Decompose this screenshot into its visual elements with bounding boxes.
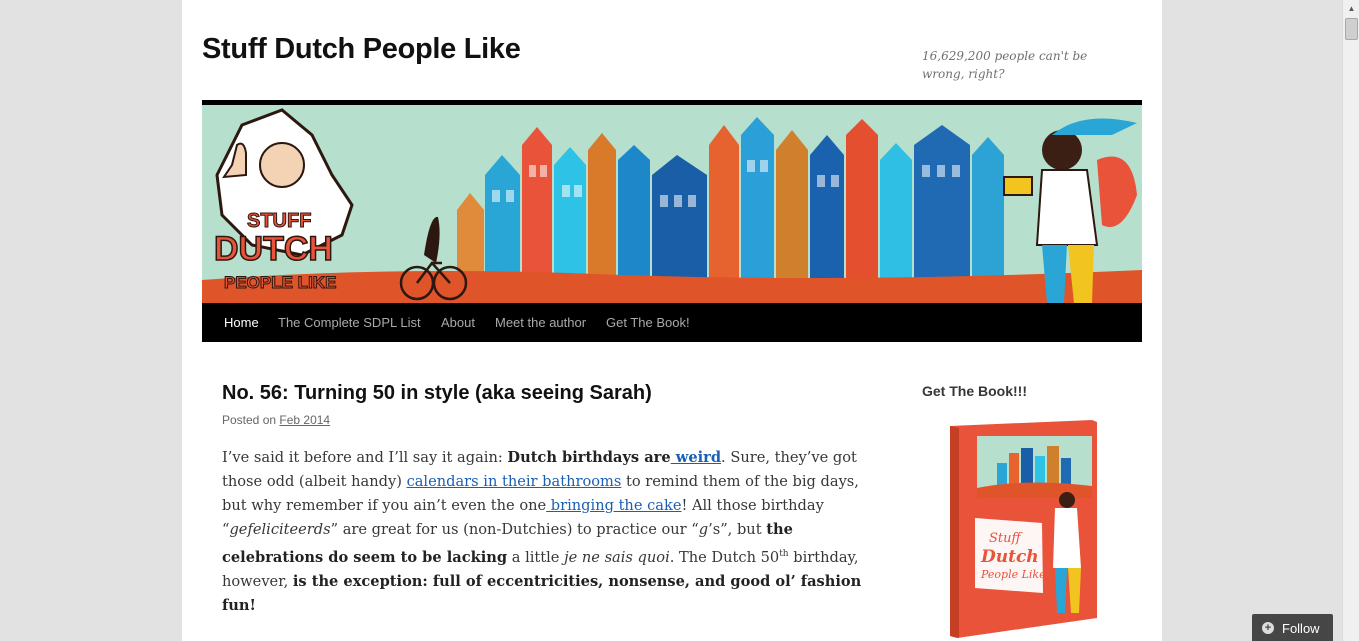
vertical-scrollbar[interactable]: ▲ [1342, 0, 1359, 641]
post-meta-prefix: Posted on [222, 413, 277, 427]
superscript: th [779, 549, 789, 559]
main-navigation: Home The Complete SDPL List About Meet t… [202, 303, 1142, 342]
text-run: ’s”, but [708, 521, 767, 538]
link-weird[interactable]: weird [671, 449, 721, 466]
nav-item-home[interactable]: Home [224, 303, 259, 342]
link-bringing-the-cake[interactable]: bringing the cake [546, 497, 682, 514]
page: Stuff Dutch People Like 16,629,200 peopl… [182, 0, 1162, 641]
plus-icon: + [1262, 622, 1274, 634]
svg-text:DUTCH: DUTCH [214, 230, 333, 268]
bold-text: is the exception: full of eccentricities… [222, 572, 862, 614]
italic-text: je ne sais quoi [564, 548, 670, 566]
post-date-link[interactable]: Feb 2014 [279, 413, 330, 427]
nav-item-complete-list[interactable]: The Complete SDPL List [278, 303, 421, 342]
nav-item-meet-the-author[interactable]: Meet the author [495, 303, 586, 342]
svg-text:Dutch: Dutch [980, 547, 1039, 567]
site-title[interactable]: Stuff Dutch People Like [202, 33, 521, 66]
canal-houses-illustration [457, 117, 1004, 280]
header-banner[interactable]: STUFF DUTCH PEOPLE LIKE [202, 100, 1142, 303]
nav-item-get-the-book[interactable]: Get The Book! [606, 303, 690, 342]
follow-label: Follow [1282, 621, 1320, 636]
svg-text:PEOPLE LIKE: PEOPLE LIKE [224, 273, 336, 292]
sidebar-widget-title: Get The Book!!! [922, 383, 1027, 399]
italic-text: gefeliciteerds [229, 521, 331, 538]
site-description: 16,629,200 people can't be wrong, right? [922, 49, 1088, 81]
post-meta: Posted on Feb 2014 [222, 413, 330, 427]
italic-text: g [698, 521, 709, 538]
nav-item-about[interactable]: About [441, 303, 475, 342]
svg-text:Stuff: Stuff [989, 531, 1024, 546]
scroll-up-arrow-icon[interactable]: ▲ [1343, 0, 1359, 17]
link-calendars[interactable]: calendars in their bathrooms [407, 473, 622, 490]
post-title[interactable]: No. 56: Turning 50 in style (aka seeing … [222, 382, 652, 405]
book-cover-image[interactable]: Stuff Dutch People Like [947, 418, 1102, 640]
scrollbar-thumb[interactable] [1345, 18, 1358, 40]
post-paragraph: I’ve said it before and I’ll say it agai… [222, 446, 864, 618]
text-run: I’ve said it before and I’ll say it agai… [222, 449, 508, 466]
text-run: a little [507, 548, 565, 566]
text-run: ” are great for us (non-Dutchies) to pra… [330, 521, 699, 538]
svg-text:People Like: People Like [980, 568, 1046, 581]
svg-text:STUFF: STUFF [247, 210, 311, 232]
follow-button[interactable]: + Follow [1252, 614, 1333, 641]
bold-text: Dutch birthdays are [507, 449, 671, 466]
text-run: . The Dutch 50 [669, 548, 780, 566]
